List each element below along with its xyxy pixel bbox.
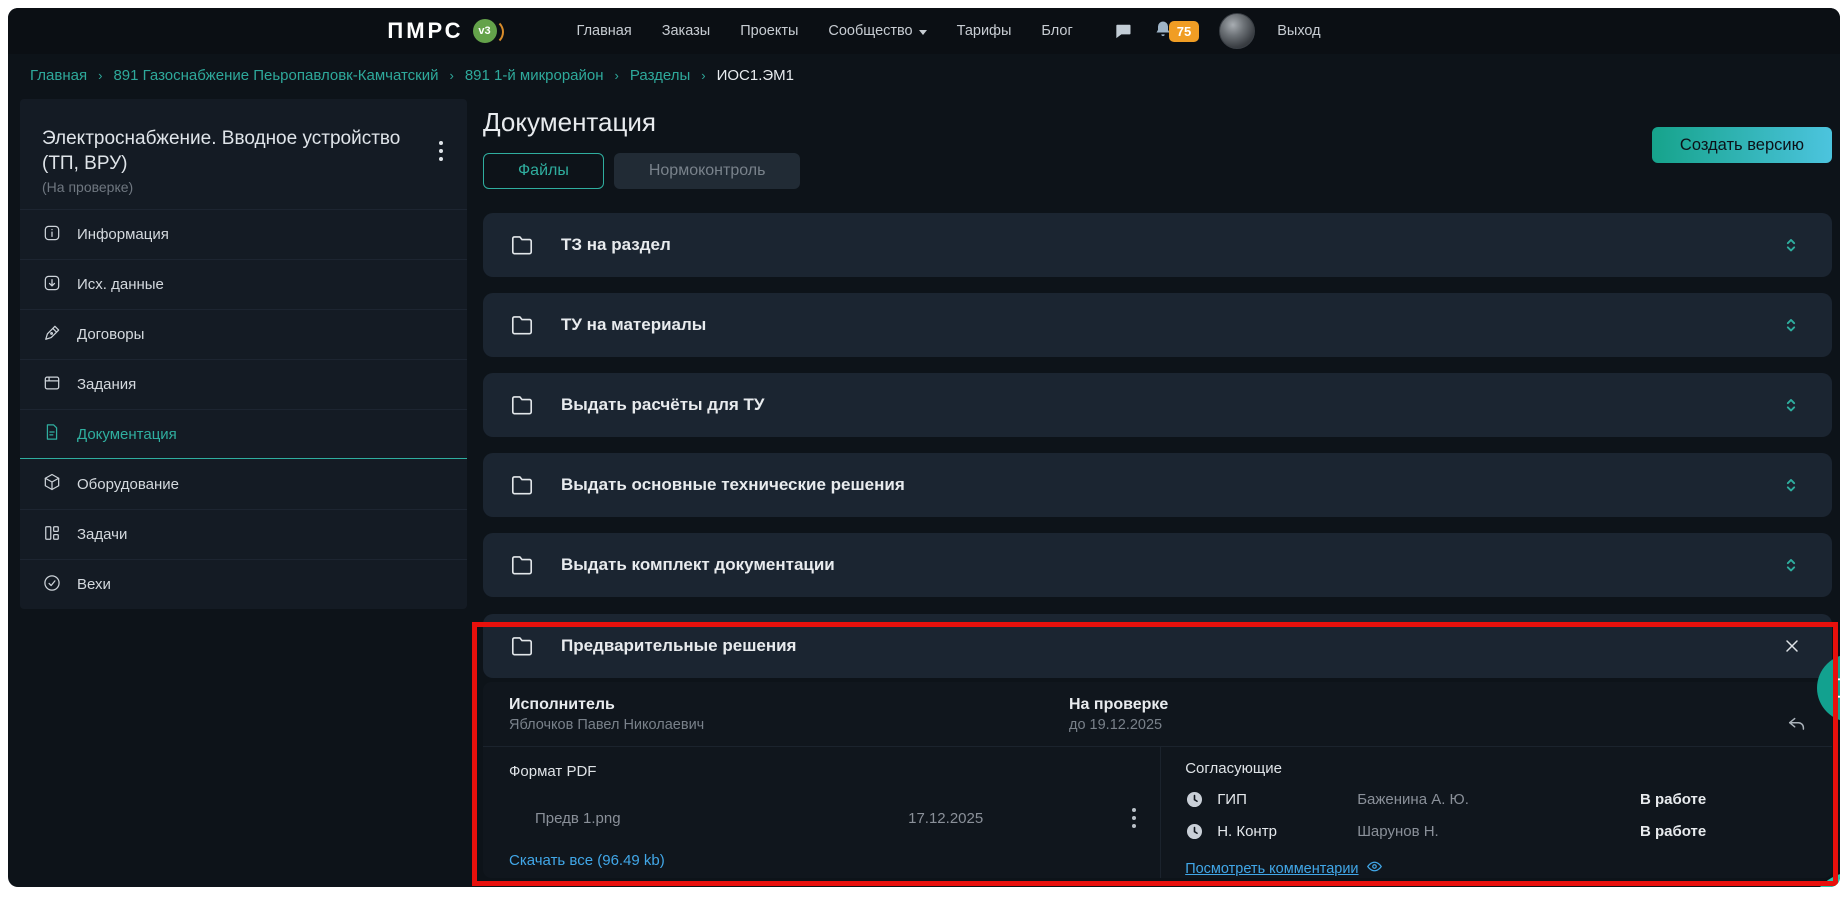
expand-selector-icon[interactable] [1776, 470, 1806, 500]
section-row-document-set[interactable]: Выдать комплект документации [483, 533, 1832, 597]
folder-icon [509, 392, 535, 418]
app-logo[interactable]: ПМРС v3 [387, 18, 496, 44]
approver-row: Н. Контр Шарунов Н. В работе [1185, 822, 1808, 841]
sidebar-item-contracts[interactable]: Договоры [20, 309, 467, 359]
sidebar: Электроснабжение. Вводное устройство (ТП… [20, 99, 467, 609]
file-date: 17.12.2025 [908, 810, 983, 827]
tabs: Файлы Нормоконтроль [483, 153, 800, 189]
user-avatar[interactable] [1219, 13, 1255, 49]
logo-text: ПМРС [387, 18, 463, 44]
download-icon [42, 273, 62, 297]
top-navbar: ПМРС v3 Главная Заказы Проекты Сообществ… [8, 8, 1840, 54]
approver-name: Баженина А. Ю. [1357, 791, 1640, 808]
approver-row: ГИП Баженина А. Ю. В работе [1185, 790, 1808, 809]
approver-status: В работе [1640, 791, 1808, 808]
chat-icon[interactable] [1113, 21, 1133, 41]
sidebar-item-milestones[interactable]: Вехи [20, 559, 467, 609]
review-due-date: до 19.12.2025 [1069, 717, 1168, 733]
review-status-label: На проверке [1069, 696, 1168, 714]
approvers-label: Согласующие [1185, 760, 1808, 777]
executor-label: Исполнитель [509, 696, 1069, 714]
folder-icon [509, 472, 535, 498]
reply-icon[interactable] [1786, 714, 1808, 741]
sidebar-section-title: Электроснабжение. Вводное устройство (ТП… [42, 127, 419, 176]
download-all-link[interactable]: Скачать все (96.49 kb) [509, 852, 665, 869]
section-body: Исполнитель Яблочков Павел Николаевич На… [483, 682, 1832, 878]
nav-links: Главная Заказы Проекты Сообщество Тарифы… [577, 23, 1073, 39]
app-window: ПМРС v3 Главная Заказы Проекты Сообществ… [8, 8, 1840, 887]
sidebar-item-source-data[interactable]: Исх. данные [20, 259, 467, 309]
nav-link-community[interactable]: Сообщество [828, 23, 926, 39]
folder-icon [509, 552, 535, 578]
breadcrumb-home[interactable]: Главная [30, 67, 87, 84]
section-row-technical-solutions[interactable]: Выдать основные технические решения [483, 453, 1832, 517]
notifications-bell[interactable]: 75 [1153, 19, 1199, 44]
close-icon[interactable] [1778, 632, 1806, 660]
expand-selector-icon[interactable] [1776, 390, 1806, 420]
sidebar-item-equipment[interactable]: Оборудование [20, 459, 467, 509]
section-row-calculations[interactable]: Выдать расчёты для ТУ [483, 373, 1832, 437]
create-version-button[interactable]: Создать версию [1652, 127, 1832, 163]
expand-selector-icon[interactable] [1776, 230, 1806, 260]
approver-status: В работе [1640, 823, 1808, 840]
approver-role: ГИП [1217, 791, 1357, 808]
sidebar-item-documentation[interactable]: Документация [20, 409, 467, 459]
section-row-tz[interactable]: ТЗ на раздел [483, 213, 1832, 277]
tab-normcontrol[interactable]: Нормоконтроль [614, 153, 801, 189]
executor-name: Яблочков Павел Николаевич [509, 717, 1069, 733]
tasks-icon [42, 373, 62, 397]
folder-icon [509, 232, 535, 258]
nav-link-projects[interactable]: Проекты [740, 23, 798, 39]
main-panel: Документация Файлы Нормоконтроль Создать… [483, 99, 1832, 878]
sidebar-status: (На проверке) [42, 179, 419, 195]
nav-link-tariffs[interactable]: Тарифы [957, 23, 1012, 39]
kebab-menu-icon[interactable] [435, 137, 447, 165]
clock-icon [1185, 790, 1204, 809]
tab-files[interactable]: Файлы [483, 153, 604, 189]
notifications-count-badge: 75 [1169, 21, 1199, 42]
file-name[interactable]: Предв 1.png [535, 810, 621, 827]
breadcrumb-current: ИОС1.ЭМ1 [717, 67, 794, 84]
chevron-down-icon [919, 30, 927, 35]
pen-icon [42, 323, 62, 347]
logout-button[interactable]: Выход [1277, 23, 1320, 39]
breadcrumb-separator: › [615, 68, 619, 83]
sidebar-item-information[interactable]: Информация [20, 209, 467, 259]
approver-role: Н. Контр [1217, 823, 1357, 840]
package-icon [42, 472, 62, 496]
info-icon [42, 223, 62, 247]
format-label: Формат PDF [509, 763, 1144, 780]
nav-link-orders[interactable]: Заказы [662, 23, 710, 39]
document-icon [42, 422, 62, 446]
expand-selector-icon[interactable] [1776, 310, 1806, 340]
section-row-tu[interactable]: ТУ на материалы [483, 293, 1832, 357]
approver-name: Шарунов Н. [1357, 823, 1640, 840]
nav-link-blog[interactable]: Блог [1041, 23, 1072, 39]
sidebar-item-tasks[interactable]: Задачи [20, 509, 467, 559]
page-title: Документация [483, 107, 800, 138]
file-kebab-menu-icon[interactable] [1128, 804, 1140, 832]
nav-link-home[interactable]: Главная [577, 23, 632, 39]
clock-icon [1185, 822, 1204, 841]
logo-version-badge: v3 [473, 19, 497, 43]
breadcrumb-separator: › [449, 68, 453, 83]
folder-icon [509, 312, 535, 338]
section-preliminary-solutions: Предварительные решения Исполнитель Ябло… [483, 614, 1832, 878]
breadcrumb-subproject[interactable]: 891 1-й микрорайон [465, 67, 604, 84]
folder-open-icon [509, 633, 535, 659]
breadcrumb: Главная › 891 Газоснабжение Пеьропавловк… [8, 54, 1840, 93]
eye-icon [1366, 858, 1383, 878]
breadcrumb-sections[interactable]: Разделы [630, 67, 690, 84]
check-circle-icon [42, 573, 62, 597]
kanban-icon [42, 523, 62, 547]
breadcrumb-separator: › [98, 68, 102, 83]
breadcrumb-separator: › [701, 68, 705, 83]
section-row-preliminary[interactable]: Предварительные решения [483, 614, 1832, 678]
breadcrumb-project[interactable]: 891 Газоснабжение Пеьропавловк-Камчатски… [113, 67, 438, 84]
view-comments-link[interactable]: Посмотреть комментарии [1185, 861, 1358, 877]
file-row: Предв 1.png 17.12.2025 [509, 804, 1144, 832]
expand-selector-icon[interactable] [1776, 550, 1806, 580]
sidebar-item-assignments[interactable]: Задания [20, 359, 467, 409]
